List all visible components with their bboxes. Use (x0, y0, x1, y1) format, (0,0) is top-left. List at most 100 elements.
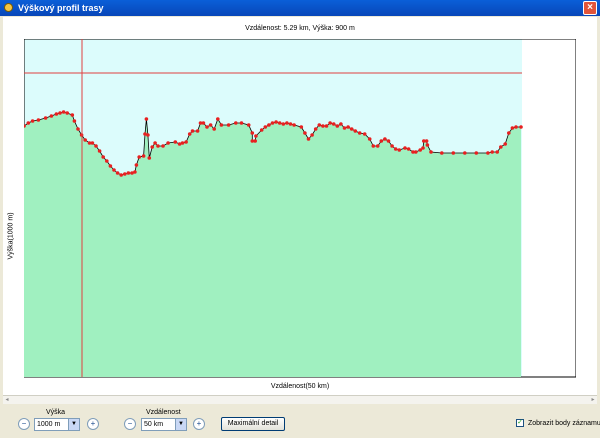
track-point[interactable] (246, 123, 251, 127)
show-points-checkbox[interactable]: ✓ (516, 419, 524, 427)
track-point[interactable] (299, 125, 304, 129)
track-point[interactable] (239, 121, 244, 125)
track-point[interactable] (421, 146, 425, 150)
track-point[interactable] (310, 133, 314, 137)
track-point[interactable] (115, 171, 120, 175)
track-point[interactable] (36, 118, 41, 122)
track-point[interactable] (219, 123, 224, 127)
track-point[interactable] (76, 127, 80, 131)
track-point[interactable] (463, 151, 467, 155)
track-point[interactable] (212, 127, 216, 131)
track-point[interactable] (424, 139, 429, 143)
track-point[interactable] (393, 147, 398, 151)
track-point[interactable] (317, 123, 322, 127)
track-point[interactable] (94, 144, 98, 148)
track-point[interactable] (335, 124, 340, 128)
track-point[interactable] (397, 148, 402, 152)
track-point[interactable] (328, 121, 332, 125)
distance-zoom-in-icon[interactable]: + (193, 418, 205, 430)
track-point[interactable] (414, 150, 418, 154)
track-point[interactable] (263, 125, 268, 129)
track-point[interactable] (133, 170, 137, 174)
track-point[interactable] (324, 124, 329, 128)
track-point[interactable] (403, 146, 407, 150)
track-point[interactable] (321, 124, 325, 128)
track-point[interactable] (495, 150, 500, 154)
track-point[interactable] (339, 122, 343, 126)
distance-zoom-out-icon[interactable]: − (124, 418, 136, 430)
track-point[interactable] (105, 159, 109, 163)
height-scale-select[interactable]: 1000 m ▼ (34, 418, 80, 431)
track-point[interactable] (54, 112, 59, 116)
track-point[interactable] (277, 121, 282, 125)
track-point[interactable] (383, 137, 387, 141)
track-point[interactable] (390, 144, 394, 148)
track-point[interactable] (234, 121, 238, 125)
scroll-left-button[interactable]: ◂ (3, 396, 11, 404)
track-point[interactable] (514, 125, 518, 129)
scroll-right-button[interactable]: ▸ (589, 396, 597, 404)
track-point[interactable] (510, 126, 515, 130)
track-point[interactable] (270, 121, 275, 125)
track-point[interactable] (216, 117, 220, 121)
track-point[interactable] (519, 125, 523, 129)
track-point[interactable] (281, 122, 286, 126)
track-point[interactable] (190, 129, 195, 133)
track-point[interactable] (349, 127, 354, 131)
distance-scale-select[interactable]: 50 km ▼ (141, 418, 187, 431)
track-point[interactable] (267, 123, 271, 127)
track-point[interactable] (108, 164, 113, 168)
height-dropdown-arrow-icon[interactable]: ▼ (68, 419, 79, 430)
max-detail-button[interactable]: Maximální detail (221, 417, 285, 431)
track-point[interactable] (406, 147, 411, 151)
track-point[interactable] (173, 140, 178, 144)
track-point[interactable] (274, 120, 278, 124)
track-point[interactable] (205, 125, 209, 129)
track-point[interactable] (61, 110, 66, 114)
track-point[interactable] (259, 128, 264, 132)
track-point[interactable] (353, 129, 358, 133)
track-point[interactable] (507, 131, 511, 135)
track-point[interactable] (306, 137, 311, 141)
elevation-plot[interactable] (24, 39, 576, 379)
track-point[interactable] (90, 141, 95, 145)
track-point[interactable] (70, 113, 75, 117)
track-point[interactable] (166, 141, 170, 145)
track-point[interactable] (313, 127, 318, 131)
track-point[interactable] (201, 121, 206, 125)
track-point[interactable] (49, 114, 54, 118)
track-point[interactable] (499, 145, 503, 149)
track-point[interactable] (147, 156, 152, 160)
track-point[interactable] (253, 139, 257, 143)
track-point[interactable] (375, 144, 380, 148)
track-point[interactable] (346, 125, 350, 129)
track-point[interactable] (250, 131, 255, 135)
distance-dropdown-arrow-icon[interactable]: ▼ (175, 419, 186, 430)
track-point[interactable] (386, 139, 391, 143)
track-point[interactable] (342, 126, 347, 130)
horizontal-scrollbar[interactable]: ◂ ▸ (3, 395, 597, 404)
track-point[interactable] (112, 168, 116, 172)
track-point[interactable] (141, 154, 146, 158)
track-point[interactable] (187, 132, 192, 136)
track-point[interactable] (146, 133, 150, 137)
track-point[interactable] (226, 123, 231, 127)
track-point[interactable] (303, 131, 307, 135)
track-point[interactable] (30, 119, 35, 123)
track-point[interactable] (357, 131, 362, 135)
track-point[interactable] (208, 123, 213, 127)
track-point[interactable] (134, 163, 139, 167)
track-point[interactable] (83, 138, 87, 142)
track-point[interactable] (503, 142, 508, 146)
track-point[interactable] (331, 122, 336, 126)
track-point[interactable] (126, 171, 131, 175)
track-point[interactable] (58, 111, 62, 115)
track-point[interactable] (379, 139, 384, 143)
track-point[interactable] (26, 121, 31, 125)
track-point[interactable] (490, 150, 495, 154)
track-point[interactable] (367, 137, 372, 141)
track-point[interactable] (362, 132, 367, 136)
track-point[interactable] (123, 172, 127, 176)
height-zoom-out-icon[interactable]: − (18, 418, 30, 430)
track-point[interactable] (440, 151, 444, 155)
